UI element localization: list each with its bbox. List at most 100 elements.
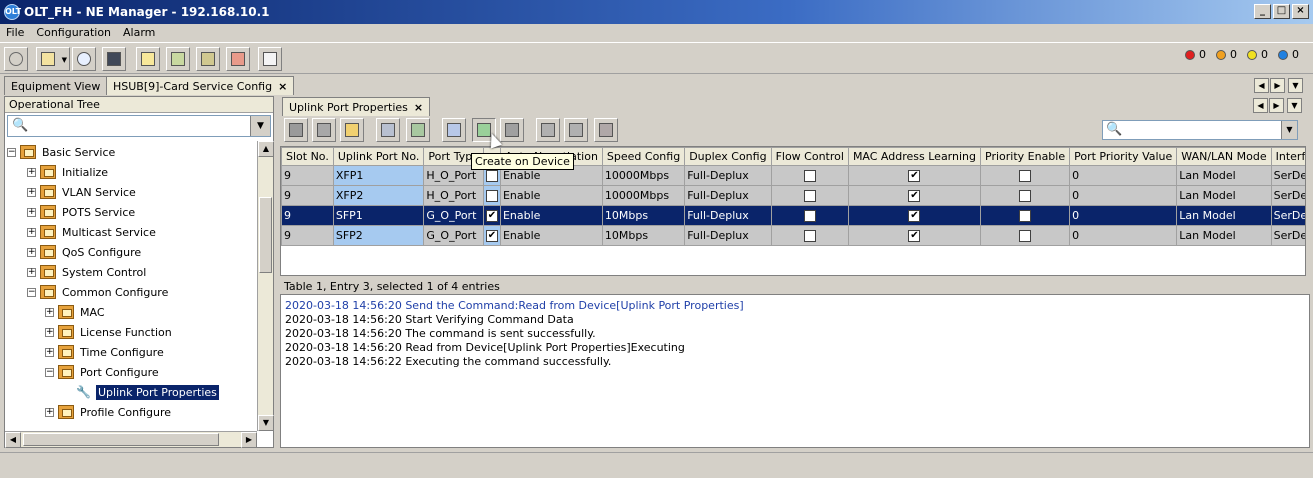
expand-icon[interactable]: + — [27, 207, 36, 217]
minimize-button[interactable]: _ — [1254, 4, 1271, 19]
table-row[interactable]: 9 XFP2 H_O_Port Enable 10000Mbps Full-Deplux ✔… — [281, 185, 1305, 206]
tree-node-label[interactable]: MAC — [78, 305, 107, 320]
tree-node[interactable]: + Profile Configure — [45, 403, 173, 421]
menu-alarm[interactable]: Alarm — [117, 24, 161, 42]
column-header[interactable]: MAC Address Learning — [847, 147, 982, 166]
column-header[interactable]: Duplex Config — [684, 147, 772, 166]
scroll-thumb[interactable] — [259, 197, 272, 273]
subtab-scroll-left-icon[interactable]: ◀ — [1253, 98, 1268, 113]
scroll-right-icon[interactable]: ▶ — [241, 432, 257, 448]
tree-node-label[interactable]: Profile Configure — [78, 405, 173, 420]
tree-node-label[interactable]: POTS Service — [60, 205, 137, 220]
tree-node[interactable]: + Initialize — [27, 163, 110, 181]
expand-icon[interactable]: + — [27, 167, 36, 177]
print-button[interactable] — [166, 47, 190, 71]
document-button[interactable] — [196, 47, 220, 71]
column-header[interactable]: Port Priority Value — [1069, 147, 1178, 166]
tree-node[interactable]: + QoS Configure — [27, 243, 143, 261]
tree-node[interactable]: + MAC — [45, 303, 107, 321]
expand-icon[interactable]: + — [27, 187, 36, 197]
tree-search-input[interactable]: 🔍 ▼ — [7, 115, 271, 137]
scroll-down-icon[interactable]: ▼ — [258, 415, 274, 431]
checkbox-checked[interactable]: ✔ — [485, 230, 498, 242]
tree-node-label[interactable]: QoS Configure — [60, 245, 143, 260]
column-header[interactable]: Flow Control — [770, 147, 849, 166]
scroll-up-icon[interactable]: ▲ — [258, 141, 274, 157]
expand-icon[interactable]: + — [45, 407, 54, 417]
tree-node[interactable]: − Basic Service — [7, 143, 117, 161]
alarm-critical[interactable]: 0 — [1185, 48, 1206, 61]
edit-button[interactable] — [136, 47, 160, 71]
scroll-left-icon[interactable]: ◀ — [5, 432, 21, 448]
tree-node[interactable]: 🔧 Uplink Port Properties — [63, 383, 219, 401]
checkbox-checked[interactable]: ✔ — [485, 210, 498, 222]
compare-button[interactable] — [442, 118, 466, 142]
tree-node-label[interactable]: Uplink Port Properties — [96, 384, 219, 400]
column-header[interactable]: Speed Config — [601, 147, 686, 166]
expand-icon[interactable]: + — [45, 347, 54, 357]
tab-card-service-config[interactable]: HSUB[9]-Card Service Config × — [106, 76, 295, 95]
config-button[interactable]: ▼ — [36, 47, 70, 71]
subtab-scroll-right-icon[interactable]: ▶ — [1269, 98, 1284, 113]
alarm-minor[interactable]: 0 — [1247, 48, 1268, 61]
maximize-button[interactable]: □ — [1273, 4, 1290, 19]
checkbox-unchecked[interactable] — [1019, 170, 1032, 182]
tree-node-label[interactable]: VLAN Service — [60, 185, 138, 200]
tab-scroll-right-icon[interactable]: ▶ — [1270, 78, 1285, 93]
filter-dropdown-icon[interactable]: ▼ — [1281, 121, 1297, 139]
refresh-button[interactable] — [4, 47, 28, 71]
tree-node[interactable]: − Port Configure — [45, 363, 161, 381]
collapse-icon[interactable]: − — [45, 367, 54, 377]
column-header[interactable]: Slot No. — [281, 147, 334, 166]
clock-button[interactable] — [72, 47, 96, 71]
checkbox-checked[interactable]: ✔ — [908, 170, 921, 182]
expand-icon[interactable]: + — [45, 327, 54, 337]
hand-button[interactable] — [536, 118, 560, 142]
expand-icon[interactable]: + — [27, 227, 36, 237]
expand-icon[interactable]: + — [27, 247, 36, 257]
upload-button[interactable] — [564, 118, 588, 142]
tree-node-label[interactable]: Initialize — [60, 165, 110, 180]
tree-node[interactable]: + Multicast Service — [27, 223, 158, 241]
add-button[interactable] — [284, 118, 308, 142]
tree-node-label[interactable]: Basic Service — [40, 145, 117, 160]
close-tab-icon[interactable]: × — [278, 80, 287, 93]
collapse-icon[interactable]: − — [27, 287, 36, 297]
tree-node[interactable]: + VLAN Service — [27, 183, 138, 201]
tab-uplink-port-properties[interactable]: Uplink Port Properties × — [282, 97, 431, 116]
table-row[interactable]: 9 SFP2 G_O_Port ✔ Enable 10Mbps Full-Deplux ✔ 0 L… — [281, 225, 1305, 246]
menu-file[interactable]: File — [0, 24, 30, 42]
table-row[interactable]: 9 SFP1 G_O_Port ✔ Enable 10Mbps Full-Deplux ✔ 0 L… — [281, 205, 1305, 226]
checkbox-unchecked[interactable] — [1019, 210, 1032, 222]
expand-icon[interactable]: + — [45, 307, 54, 317]
checkbox-unchecked[interactable] — [803, 210, 816, 222]
tree-node[interactable]: + POTS Service — [27, 203, 137, 221]
checkbox-unchecked[interactable] — [803, 170, 816, 182]
checkbox-unchecked[interactable] — [1019, 230, 1032, 242]
h-scroll-thumb[interactable] — [23, 433, 219, 446]
tree-node-label[interactable]: Common Configure — [60, 285, 170, 300]
read-device-button[interactable] — [376, 118, 400, 142]
subtab-list-dropdown-icon[interactable]: ▼ — [1287, 98, 1302, 113]
alarm-major[interactable]: 0 — [1216, 48, 1237, 61]
tree-node[interactable]: + System Control — [27, 263, 148, 281]
tree-node-label[interactable]: Multicast Service — [60, 225, 158, 240]
column-header[interactable]: Interfac — [1270, 147, 1305, 166]
tree-node[interactable]: + Time Configure — [45, 343, 166, 361]
export-button[interactable] — [594, 118, 618, 142]
tab-scroll-left-icon[interactable]: ◀ — [1254, 78, 1269, 93]
tree-node-label[interactable]: Time Configure — [78, 345, 166, 360]
tree-vertical-scrollbar[interactable]: ▲ ▼ — [257, 141, 274, 431]
column-header[interactable]: WAN/LAN Mode — [1176, 147, 1272, 166]
modify-button[interactable] — [340, 118, 364, 142]
tree-node-label[interactable]: System Control — [60, 265, 148, 280]
tab-list-dropdown-icon[interactable]: ▼ — [1288, 78, 1303, 93]
checkbox-checked[interactable]: ✔ — [908, 210, 921, 222]
column-header[interactable]: Priority Enable — [979, 147, 1071, 166]
write-device-button[interactable] — [406, 118, 430, 142]
tree-horizontal-scrollbar[interactable]: ◀ ▶ — [5, 431, 257, 448]
tree-node[interactable]: + License Function — [45, 323, 174, 341]
tree-node[interactable]: − Common Configure — [27, 283, 170, 301]
checkbox-unchecked[interactable] — [803, 190, 816, 202]
checkbox-checked[interactable]: ✔ — [908, 230, 921, 242]
